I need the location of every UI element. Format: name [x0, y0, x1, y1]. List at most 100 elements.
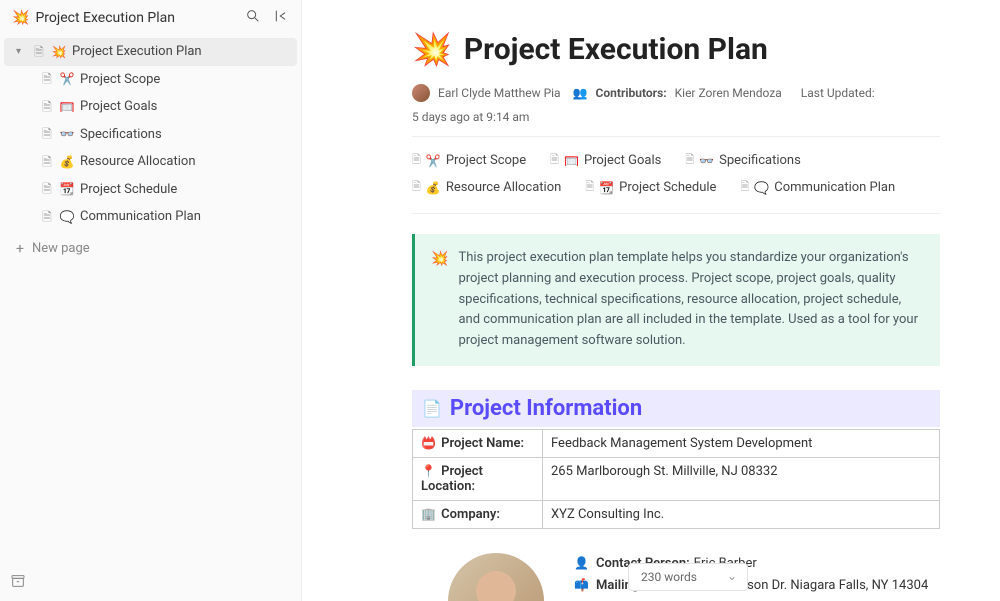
- tree-item-label: Communication Plan: [80, 207, 201, 227]
- callout-emoji: 💥: [431, 248, 448, 352]
- doc-icon: 🗎: [585, 178, 594, 197]
- tree-item-resource-allocation[interactable]: 🗎💰Resource Allocation: [0, 148, 301, 176]
- link-emoji: 💰: [426, 181, 441, 195]
- doc-icon: 🗎: [40, 70, 54, 88]
- doc-icon: 🗎: [550, 151, 559, 170]
- author-name: Earl Clyde Matthew Pia: [438, 86, 561, 100]
- link-label: Resource Allocation: [446, 180, 562, 195]
- doc-link-communication-plan[interactable]: 🗎 🗨️ Communication Plan: [740, 178, 895, 197]
- tree-item-label: Project Scope: [80, 70, 160, 90]
- doc-link-specifications[interactable]: 🗎 👓 Specifications: [685, 151, 801, 170]
- sidebar-header: 💥 Project Execution Plan: [0, 0, 301, 36]
- link-label: Project Schedule: [619, 180, 716, 195]
- tree-item-communication-plan[interactable]: 🗎 🗨️ Communication Plan: [0, 203, 301, 231]
- table-row: 📛 Project Name:Feedback Management Syste…: [413, 429, 940, 457]
- tree-item-emoji: 🥅: [60, 98, 74, 116]
- contact-emoji: 📫: [574, 575, 592, 597]
- tree-item-label: Project Goals: [80, 97, 157, 117]
- section-header: 📄 Project Information: [412, 390, 940, 427]
- callout-text: This project execution plan template hel…: [458, 248, 924, 352]
- tree-item-emoji: 👓: [60, 125, 74, 143]
- contact-emoji: 📧: [574, 597, 592, 601]
- link-emoji: 📆: [599, 181, 614, 195]
- tree-item-specifications[interactable]: 🗎 👓 Specifications: [0, 121, 301, 149]
- author-avatar[interactable]: [412, 84, 430, 102]
- link-label: Project Goals: [584, 153, 661, 168]
- contributors-label: Contributors:: [596, 86, 667, 100]
- doc-icon: 🗎: [40, 180, 54, 198]
- doc-icon: 🗎: [40, 125, 54, 143]
- doc-links: 🗎✂️Project Scope🗎🥅Project Goals🗎👓Specifi…: [412, 151, 940, 197]
- tree-item-project-schedule[interactable]: 🗎 📆 Project Schedule: [0, 176, 301, 204]
- sidebar-title-emoji: 💥: [12, 10, 29, 26]
- word-count-toggle[interactable]: 230 words: [628, 563, 748, 591]
- tree-item-project-goals[interactable]: 🗎 🥅 Project Goals: [0, 93, 301, 121]
- new-page-button[interactable]: + New page: [0, 233, 301, 265]
- contact-link[interactable]: ericbarber@email.com: [636, 597, 767, 601]
- document-icon: 📄: [422, 399, 442, 418]
- main-content: 💥 Project Execution Plan Earl Clyde Matt…: [302, 0, 1000, 601]
- divider: [412, 213, 940, 214]
- doc-icon: 🗎: [685, 151, 694, 170]
- new-page-label: New page: [32, 241, 90, 256]
- link-emoji: 🥅: [564, 154, 579, 168]
- page-title-row: 💥 Project Execution Plan: [412, 30, 940, 68]
- doc-link-project-scope[interactable]: 🗎✂️Project Scope: [412, 151, 526, 170]
- doc-link-project-goals[interactable]: 🗎 🥅 Project Goals: [550, 151, 661, 170]
- page-title[interactable]: Project Execution Plan: [464, 32, 768, 67]
- last-updated-label: Last Updated:: [801, 86, 875, 100]
- link-emoji: 🗨️: [754, 181, 769, 195]
- divider: [412, 136, 940, 137]
- project-info-table: 📛 Project Name:Feedback Management Syste…: [412, 429, 940, 529]
- table-row: 🏢 Company:XYZ Consulting Inc.: [413, 500, 940, 528]
- tree-item-project-scope[interactable]: 🗎 ✂️ Project Scope: [0, 66, 301, 94]
- doc-icon: 🗎: [40, 98, 54, 116]
- link-label: Communication Plan: [774, 180, 895, 195]
- last-updated-value: 5 days ago at 9:14 am: [412, 110, 529, 124]
- tree-item-emoji: 💥: [52, 43, 66, 61]
- callout: 💥 This project execution plan template h…: [412, 234, 940, 366]
- table-value: XYZ Consulting Inc.: [543, 500, 940, 528]
- contact-avatar: [448, 553, 544, 601]
- contact-emoji: 👤: [574, 553, 592, 575]
- section-title: Project Information: [450, 396, 642, 421]
- tree-item-label: Specifications: [80, 125, 162, 145]
- page-meta: Earl Clyde Matthew Pia 👥 Contributors: K…: [412, 84, 940, 124]
- tree-item-label: Project Execution Plan: [72, 42, 202, 62]
- tree-item-emoji: 💰: [60, 153, 74, 171]
- table-value: Feedback Management System Development: [543, 429, 940, 457]
- search-icon[interactable]: [245, 8, 261, 28]
- archive-icon[interactable]: [10, 573, 26, 593]
- table-label: 🏢 Company:: [413, 500, 543, 528]
- page-tree: ▾ 🗎 💥 Project Execution Plan 🗎 ✂️ Project Scop…: [0, 36, 301, 233]
- page-emoji[interactable]: 💥: [412, 30, 452, 68]
- link-label: Specifications: [719, 153, 801, 168]
- link-emoji: 👓: [699, 154, 714, 168]
- sidebar: 💥 Project Execution Plan ▾ 🗎 💥 Project Exec…: [0, 0, 302, 601]
- contact-row: 📧 Email: ericbarber@email.com: [574, 597, 928, 601]
- doc-link-resource-allocation[interactable]: 🗎 💰 Resource Allocation: [412, 178, 561, 197]
- table-value: 265 Marlborough St. Millville, NJ 08332: [543, 457, 940, 500]
- table-row: 📍 Project Location:265 Marlborough St. M…: [413, 457, 940, 500]
- sidebar-title-text: Project Execution Plan: [35, 10, 175, 26]
- tree-item-emoji: 🗨️: [60, 208, 74, 226]
- tree-item-emoji: ✂️: [60, 70, 74, 88]
- link-label: Project Scope: [446, 153, 526, 168]
- tree-item-label: Project Schedule: [80, 180, 177, 200]
- tree-item-label: Resource Allocation: [80, 152, 196, 172]
- collapse-sidebar-icon[interactable]: [273, 8, 289, 28]
- contact-label: Email:: [596, 597, 632, 601]
- caret-icon: ▾: [16, 44, 26, 59]
- doc-icon: 🗎: [412, 151, 421, 170]
- doc-icon: 🗎: [32, 43, 46, 61]
- doc-icon: 🗎: [40, 208, 54, 226]
- doc-link-project-schedule[interactable]: 🗎 📆 Project Schedule: [585, 178, 716, 197]
- doc-icon: 🗎: [740, 178, 749, 197]
- table-label: 📛 Project Name:: [413, 429, 543, 457]
- tree-item-emoji: 📆: [60, 180, 74, 198]
- plus-icon: +: [16, 241, 24, 257]
- doc-icon: 🗎: [412, 178, 421, 197]
- table-label: 📍 Project Location:: [413, 457, 543, 500]
- tree-item-project-execution-plan[interactable]: ▾ 🗎 💥 Project Execution Plan: [4, 38, 297, 66]
- sidebar-title[interactable]: 💥 Project Execution Plan: [12, 10, 175, 26]
